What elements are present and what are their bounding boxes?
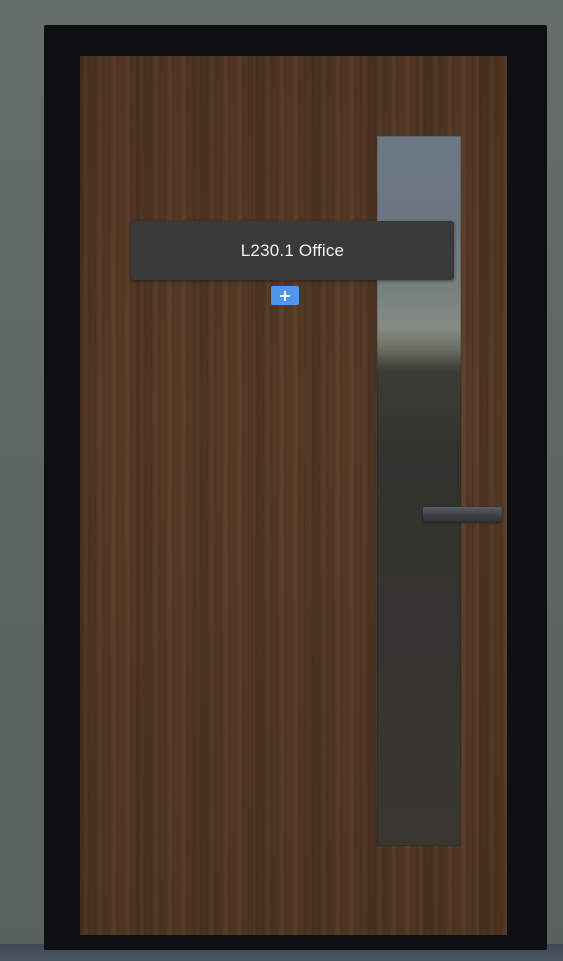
room-label-text: L230.1 Office [240,240,345,260]
add-button[interactable]: + [271,286,299,305]
door-handle[interactable] [423,507,502,522]
room-label-panel: L230.1 Office [131,221,454,280]
plus-icon: + [278,285,292,305]
vr-scene: L230.1 Office + [0,0,563,961]
